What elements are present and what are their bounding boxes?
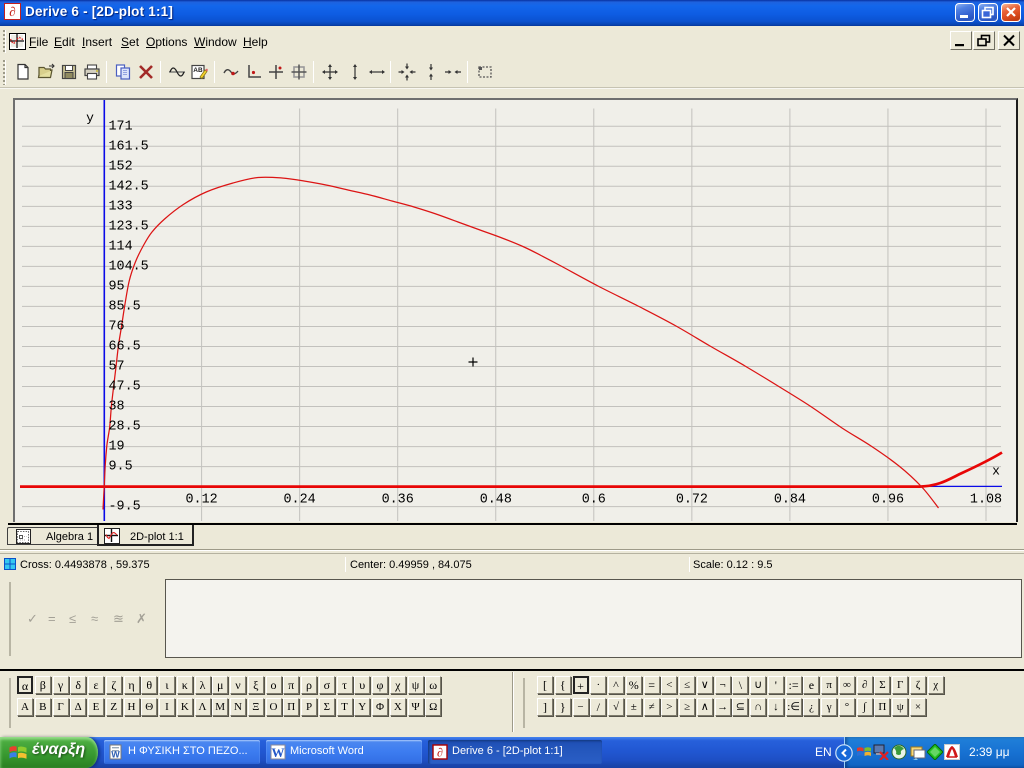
svg-text:123.5: 123.5 (109, 219, 149, 234)
svg-text:∂: ∂ (437, 746, 443, 760)
svg-text:133: 133 (109, 199, 133, 214)
svg-text:AB: AB (193, 67, 203, 74)
svg-text:∂: ∂ (9, 4, 15, 19)
svg-text:76: 76 (109, 319, 125, 334)
svg-text:-9.5: -9.5 (109, 500, 141, 515)
svg-text:y: y (86, 111, 94, 126)
svg-text:0.24: 0.24 (284, 493, 316, 508)
svg-text:0.96: 0.96 (872, 493, 904, 508)
svg-text:0.6: 0.6 (582, 493, 606, 508)
svg-text:171: 171 (109, 119, 133, 134)
svg-text:152: 152 (109, 159, 133, 174)
svg-text:0.84: 0.84 (774, 493, 806, 508)
svg-text:38: 38 (109, 400, 125, 415)
svg-text:9.5: 9.5 (109, 460, 133, 475)
svg-text:0.12: 0.12 (186, 493, 218, 508)
svg-text:95: 95 (109, 279, 125, 294)
svg-text:0.72: 0.72 (676, 493, 708, 508)
svg-text:0.48: 0.48 (480, 493, 512, 508)
svg-text:66.5: 66.5 (109, 340, 141, 355)
svg-text:1.08: 1.08 (970, 493, 1002, 508)
svg-text:0.36: 0.36 (382, 493, 414, 508)
svg-text:85.5: 85.5 (109, 299, 141, 314)
svg-text:161.5: 161.5 (109, 139, 149, 154)
svg-text:47.5: 47.5 (109, 380, 141, 395)
svg-text:x: x (992, 464, 1000, 479)
svg-text:19: 19 (109, 440, 125, 455)
svg-text:28.5: 28.5 (109, 420, 141, 435)
svg-text:142.5: 142.5 (109, 179, 149, 194)
svg-text:W: W (111, 750, 120, 760)
svg-text:W: W (272, 745, 285, 760)
svg-text:57: 57 (109, 360, 125, 375)
svg-text:114: 114 (109, 239, 133, 254)
svg-text:104.5: 104.5 (109, 259, 149, 274)
